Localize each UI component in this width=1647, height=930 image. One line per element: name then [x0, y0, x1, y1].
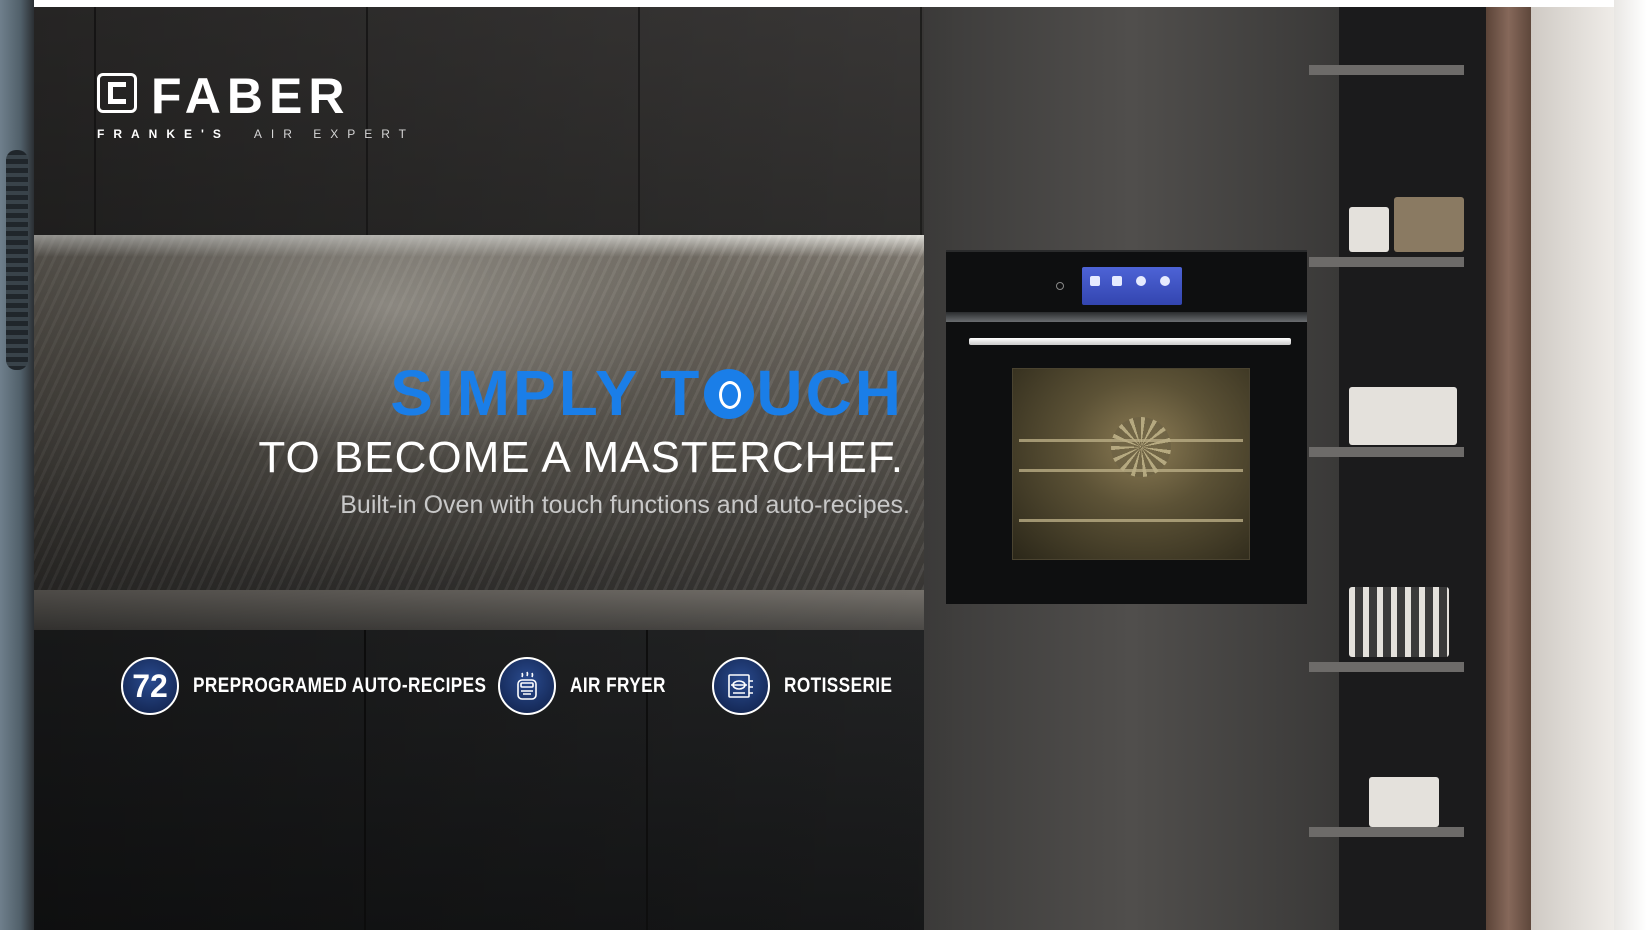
shelf-board	[1309, 257, 1464, 267]
feature-auto-recipes: 72 PREPROGRAMED AUTO-RECIPES	[121, 655, 551, 717]
left-edge-photo-strip	[0, 0, 34, 930]
shelf-board	[1309, 662, 1464, 672]
headline-primary-part2: UCH	[756, 357, 904, 429]
shelf-basket	[1349, 387, 1457, 445]
oven-rack	[1019, 439, 1243, 442]
display-icon	[1160, 276, 1170, 286]
headline-block: SIMPLY T UCH TO BECOME A MASTERCHEF. Buil…	[258, 355, 910, 525]
fingerprint-icon	[704, 369, 755, 419]
brand-name: FABER	[151, 68, 351, 124]
shelf-board	[1309, 447, 1464, 457]
air-fryer-icon	[498, 657, 556, 715]
shelf-decor	[1394, 197, 1464, 252]
product-banner: FABER FRANKE'S AIR EXPERT SIMPLY T UCH TO…	[34, 7, 1614, 930]
headline-primary-part1: SIMPLY T	[390, 357, 703, 429]
built-in-oven	[946, 250, 1307, 604]
shelf-board	[1309, 65, 1464, 75]
oven-window	[1012, 368, 1250, 560]
feature-label: PREPROGRAMED AUTO-RECIPES	[193, 674, 487, 697]
feature-air-fryer: AIR FRYER	[498, 655, 687, 717]
oven-fan	[1111, 417, 1171, 477]
oven-power-icon	[1056, 282, 1064, 290]
oven-handle	[969, 338, 1291, 345]
shelf-jar	[1349, 207, 1389, 252]
rotisserie-icon	[712, 657, 770, 715]
headline-secondary: TO BECOME A MASTERCHEF.	[258, 433, 904, 482]
tagline-light: AIR EXPERT	[253, 127, 416, 141]
brand-tagline: FRANKE'S AIR EXPERT	[97, 127, 415, 141]
feature-rotisserie: ROTISSERIE	[712, 655, 916, 717]
faber-logo-mark-icon	[97, 73, 137, 113]
feature-label: ROTISSERIE	[784, 674, 893, 697]
oven-rack	[1019, 469, 1243, 472]
shelf-board	[1309, 827, 1464, 837]
tagline-bold: FRANKE'S	[97, 127, 230, 141]
headline-subtitle: Built-in Oven with touch functions and a…	[340, 491, 910, 519]
feature-label: AIR FRYER	[570, 674, 666, 697]
headline-primary: SIMPLY T UCH	[258, 355, 904, 431]
cable-coil	[6, 150, 28, 370]
wood-panel	[1486, 7, 1531, 930]
display-icon	[1112, 276, 1122, 286]
oven-rack	[1019, 519, 1243, 522]
display-icon	[1136, 276, 1146, 286]
light-wall	[1531, 7, 1614, 930]
display-icon	[1090, 276, 1100, 286]
top-border	[34, 0, 1614, 7]
shelf-wire-basket	[1349, 587, 1449, 657]
oven-control-rail	[946, 312, 1307, 322]
right-edge-strip	[1614, 0, 1647, 930]
shelf-basket	[1369, 777, 1439, 827]
oven-touch-display	[1082, 267, 1182, 305]
recipes-count-badge: 72	[121, 657, 179, 715]
